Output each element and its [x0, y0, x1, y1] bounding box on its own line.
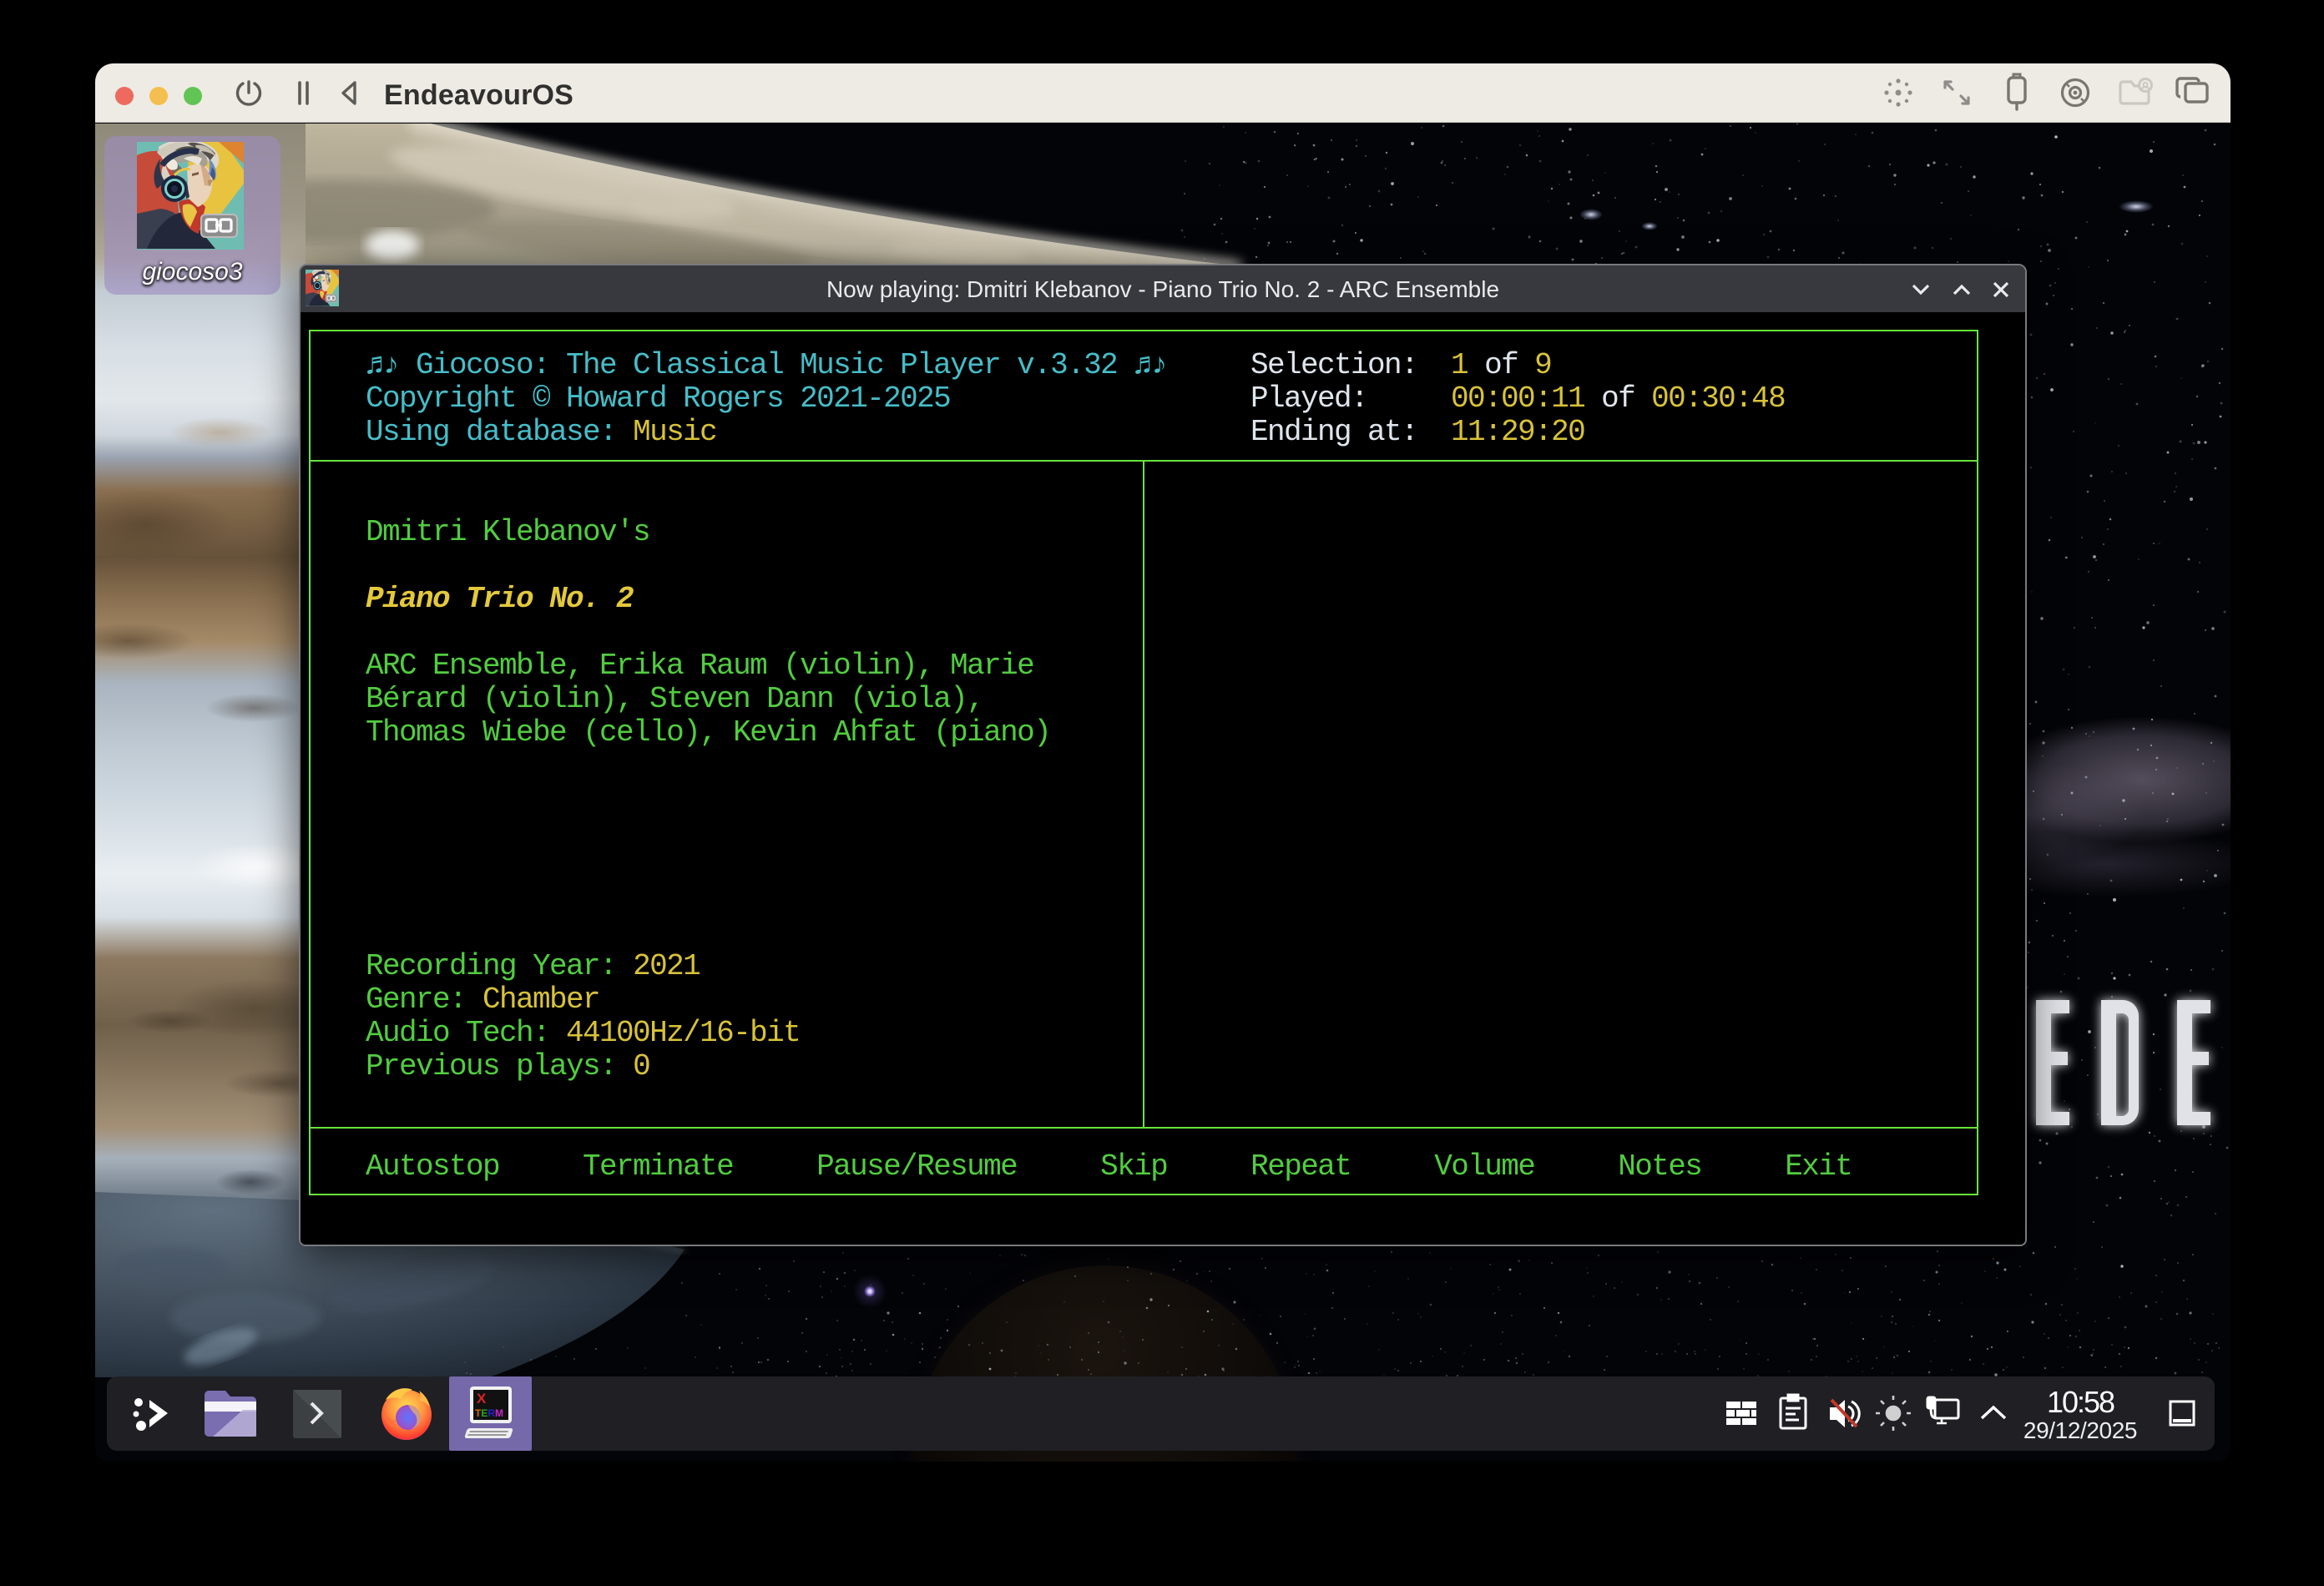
svg-text:X: X	[477, 1391, 487, 1407]
svg-text:TERM: TERM	[475, 1407, 503, 1419]
